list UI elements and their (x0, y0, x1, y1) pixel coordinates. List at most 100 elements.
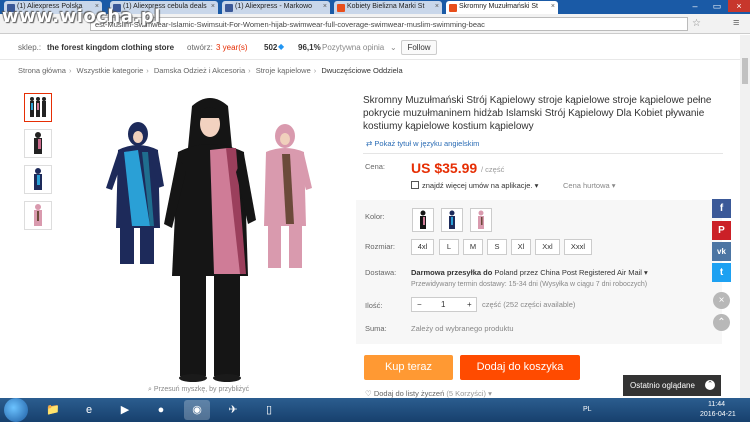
total-note: Zależy od wybranego produktu (411, 324, 514, 333)
close-icon[interactable]: × (323, 3, 327, 10)
product-main-image[interactable] (60, 88, 342, 383)
positive-percent: 96,1% (298, 43, 321, 52)
browser-tab-active[interactable]: Skromny Muzułmański St × (446, 1, 558, 14)
language-indicator[interactable]: PL (583, 406, 592, 413)
breadcrumb-item[interactable]: Strona główna (18, 66, 66, 75)
browser-tab[interactable]: Kobiety Bielizna Marki St × (334, 1, 442, 14)
chrome-icon[interactable]: ◉ (184, 400, 210, 420)
thumbnail[interactable] (24, 165, 52, 194)
twitter-share-icon[interactable]: t (712, 263, 731, 282)
breadcrumb-item[interactable]: Stroje kąpielowe (256, 66, 311, 75)
explorer-icon[interactable]: 📁 (40, 400, 66, 420)
close-icon[interactable]: × (713, 292, 730, 309)
phone-icon[interactable]: ▯ (256, 400, 282, 420)
thumbnail[interactable] (24, 93, 52, 122)
menu-icon[interactable]: ≡ (733, 17, 739, 29)
thumbnail[interactable] (24, 201, 52, 230)
zoom-hint: ⌕ Przesuń myszkę, by przybliżyć (148, 386, 250, 393)
start-button[interactable] (4, 398, 28, 422)
facebook-icon (225, 4, 233, 12)
store-label: sklep.: (18, 43, 42, 52)
window-close-button[interactable]: × (728, 0, 750, 12)
size-option[interactable]: L (439, 239, 459, 255)
clock-date: 2016-04-21 (700, 411, 736, 418)
scrollbar-thumb[interactable] (742, 58, 748, 84)
translate-title-link[interactable]: ⇄ Pokaż tytuł w języku angielskim (366, 139, 479, 148)
watermark: www.wiocha.pl (2, 6, 161, 27)
follow-button[interactable]: Follow (401, 40, 437, 55)
add-to-wishlist-link[interactable]: ♡ Dodaj do listy życzeń (5 Korzyści) ▾ (365, 389, 492, 398)
close-icon[interactable]: × (551, 3, 555, 10)
translate-icon: ⇄ (366, 139, 373, 148)
color-swatch[interactable] (441, 208, 463, 232)
model-navy (106, 122, 164, 264)
heart-icon: ♡ (365, 389, 372, 398)
color-swatch[interactable] (412, 208, 434, 232)
back-to-top-icon[interactable]: ⌃ (713, 314, 730, 331)
quantity-input[interactable]: 1 (441, 300, 445, 309)
close-icon[interactable]: × (435, 3, 439, 10)
size-option[interactable]: S (487, 239, 507, 255)
model-black (164, 98, 256, 382)
app-icon[interactable]: ✈ (220, 400, 246, 420)
color-swatch[interactable] (470, 208, 492, 232)
app-deal-link[interactable]: znajdź więcej umów na aplikacje. ▾ (411, 181, 538, 190)
product-title: Skromny Muzułmański Strój Kąpielowy stro… (363, 95, 712, 132)
price-value: US $35.99 (411, 160, 478, 176)
opened-value: 3 year(s) (216, 43, 248, 52)
tab-label: Kobiety Bielizna Marki St (347, 3, 425, 10)
store-name-link[interactable]: the forest kingdom clothing store (47, 43, 174, 52)
chevron-up-icon[interactable]: ⌃ (705, 380, 715, 390)
size-option[interactable]: Xxxl (564, 239, 592, 255)
size-label: Rozmiar: (365, 242, 396, 251)
shipping-eta: Przewidywany termin dostawy: 15-34 dni (… (411, 281, 648, 288)
add-to-cart-button[interactable]: Dodaj do koszyka (460, 355, 580, 380)
shipping-method[interactable]: Darmowa przesyłka do Poland przez China … (411, 268, 648, 277)
size-option[interactable]: Xxl (535, 239, 560, 255)
url-input[interactable]: est-Muslim-Swimwear-Islamic-Swimsuit-For… (90, 17, 688, 31)
decrement-button[interactable]: − (417, 300, 422, 309)
quantity-label: Ilość: (365, 301, 383, 310)
wholesale-price-dropdown[interactable]: Cena hurtowa ▾ (563, 181, 616, 190)
breadcrumb-current: Dwuczęściowe Oddziela (321, 66, 403, 75)
positive-feedback-link[interactable]: Pozytywna opinia (322, 43, 384, 52)
qr-code-icon (411, 181, 419, 189)
firefox-icon[interactable]: ● (148, 400, 174, 420)
increment-button[interactable]: + (467, 300, 472, 309)
chevron-down-icon[interactable]: ⌄ (390, 43, 397, 52)
size-option[interactable]: 4xl (411, 239, 434, 255)
price-label: Cena: (365, 162, 386, 171)
rating-count: 502 (264, 43, 278, 52)
size-option[interactable]: Xl (511, 239, 531, 255)
vk-share-icon[interactable]: vk (712, 242, 731, 261)
breadcrumb-item[interactable]: Wszystkie kategorie (77, 66, 144, 75)
thumbnail[interactable] (24, 129, 52, 158)
chevron-down-icon[interactable]: ▾ (644, 268, 648, 277)
browser-tab[interactable]: (1) Aliexpress - Markowo × (222, 1, 330, 14)
aliexpress-icon (449, 4, 457, 12)
quantity-stepper[interactable]: − 1 + (411, 297, 477, 312)
breadcrumb-item[interactable]: Damska Odzież i Akcesoria (154, 66, 245, 75)
model-pink (264, 124, 312, 268)
recently-viewed-bar[interactable]: Ostatnio oglądane ⌃ (623, 375, 721, 396)
tab-label: Skromny Muzułmański St (459, 3, 538, 10)
shipping-label: Dostawa: (365, 268, 397, 277)
breadcrumb: Strona główna › Wszystkie kategorie › Dams… (18, 66, 403, 75)
internet-explorer-icon[interactable]: e (76, 400, 102, 420)
close-icon[interactable]: × (211, 3, 215, 10)
clock-time: 11:44 (708, 401, 725, 408)
maximize-button[interactable]: ▭ (706, 0, 728, 12)
facebook-share-icon[interactable]: f (712, 199, 731, 218)
magnifier-icon: ⌕ (148, 386, 152, 393)
pinterest-share-icon[interactable]: P (712, 221, 731, 240)
divider (363, 153, 723, 154)
tab-label: (1) Aliexpress - Markowo (235, 3, 313, 10)
scrollbar[interactable] (740, 35, 750, 398)
minimize-button[interactable]: – (684, 0, 706, 12)
buy-now-button[interactable]: Kup teraz (364, 355, 453, 380)
quantity-available: część (252 części available) (482, 300, 576, 309)
media-player-icon[interactable]: ▶ (112, 400, 138, 420)
star-icon[interactable]: ☆ (692, 18, 701, 29)
opened-label: otwórz: (187, 43, 213, 52)
size-option[interactable]: M (463, 239, 483, 255)
